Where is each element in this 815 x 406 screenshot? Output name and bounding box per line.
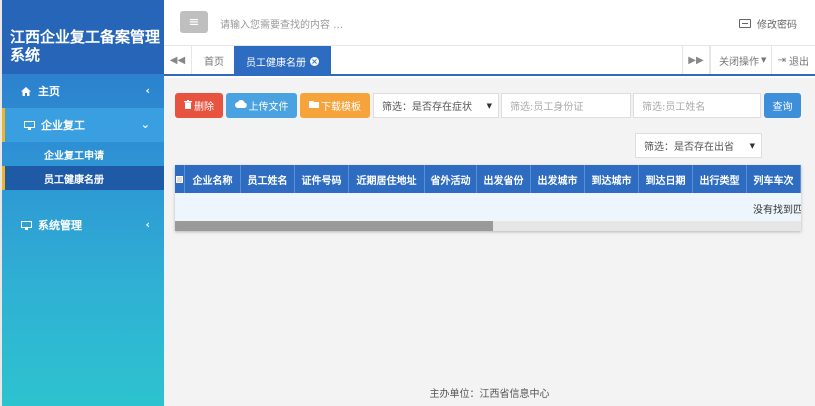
column-header[interactable]: 企业名称	[185, 165, 241, 193]
column-header[interactable]: 出发城市	[531, 165, 585, 193]
logout-label: 退出	[789, 56, 809, 68]
sidebar-subitem-resume-apply[interactable]: 企业复工申请	[2, 142, 164, 166]
sidebar-subitem-health-roster[interactable]: 员工健康名册	[2, 166, 164, 190]
sidebar-item-label: 企业复工	[41, 119, 85, 132]
caret-down-icon: ▼	[761, 56, 767, 64]
upload-label: 上传文件	[248, 102, 289, 113]
folder-icon	[309, 100, 319, 111]
tab-bar: ◀◀ 首页 员工健康名册 × ▶▶ 关闭操作 ▼ ⇥ 退出	[164, 46, 815, 76]
sidebar: 江西企业复工备案管理系统 主页 ‹ 企业复工 ⌄ 企业复工申请 员工健康名册 系…	[0, 0, 164, 406]
cloud-icon	[234, 100, 247, 111]
sidebar-item-company-resume[interactable]: 企业复工 ⌄	[2, 108, 164, 142]
column-header[interactable]: 列车车次	[747, 165, 801, 193]
download-template-button[interactable]: 下载模板	[300, 93, 370, 118]
symptom-filter-select[interactable]: 筛选：是否存在症状 ▼	[373, 93, 499, 118]
change-password-label: 修改密码	[757, 20, 797, 31]
tab-scroll-right-button[interactable]: ▶▶	[682, 46, 710, 74]
trash-icon	[184, 99, 192, 112]
sidebar-item-home[interactable]: 主页 ‹	[2, 74, 164, 108]
close-operations-label: 关闭操作	[719, 56, 759, 68]
delete-label: 删除	[194, 102, 214, 113]
delete-button[interactable]: 删除	[175, 93, 223, 118]
horizontal-scrollbar[interactable]	[175, 221, 801, 231]
tab-label: 员工健康名册	[246, 57, 306, 69]
employee-name-input[interactable]: 筛选:员工姓名	[633, 93, 761, 118]
main-content: 删除 上传文件 下载模板 筛选：是否存在症状 ▼ 筛选:员工身份证 筛选:员工姓…	[164, 78, 815, 406]
chevron-down-icon: ⌄	[140, 118, 150, 131]
sidebar-item-label: 主页	[38, 85, 60, 98]
table-header: 企业名称 员工姓名 证件号码 近期居住地址 省外活动 出发省份 出发城市 到达城市 到达日期 出行…	[175, 165, 801, 193]
close-icon[interactable]: ×	[310, 56, 319, 66]
brand-title: 江西企业复工备案管理系统	[2, 0, 164, 74]
sidebar-item-label: 系统管理	[38, 219, 82, 232]
tab-scroll-left-button[interactable]: ◀◀	[164, 46, 192, 74]
change-password-link[interactable]: 修改密码	[739, 16, 797, 31]
chevron-left-icon: ‹	[145, 84, 150, 97]
sidebar-item-system[interactable]: 系统管理 ‹	[2, 208, 164, 242]
employee-table: 企业名称 员工姓名 证件号码 近期居住地址 省外活动 出发省份 出发城市 到达城市 到达日期 出行…	[175, 165, 801, 231]
close-operations-dropdown[interactable]: 关闭操作 ▼	[710, 46, 774, 74]
search-input[interactable]: 请输入您需要查找的内容 …	[220, 16, 343, 31]
upload-file-button[interactable]: 上传文件	[226, 93, 297, 118]
column-header[interactable]: 到达城市	[585, 165, 639, 193]
empty-message: 没有找到匹配	[753, 205, 801, 216]
tab-label: 首页	[204, 56, 224, 68]
symptom-filter-value: 筛选：是否存在症状	[382, 102, 472, 113]
select-all-checkbox[interactable]	[175, 165, 185, 193]
caret-down-icon: ▼	[486, 102, 492, 110]
caret-down-icon: ▼	[749, 142, 755, 150]
top-header: ≡ 请输入您需要查找的内容 … 修改密码	[164, 0, 815, 46]
column-header[interactable]: 到达日期	[639, 165, 693, 193]
double-right-icon: ▶▶	[688, 54, 704, 66]
tab-home[interactable]: 首页	[192, 46, 237, 74]
column-header[interactable]: 省外活动	[425, 165, 477, 193]
column-header[interactable]: 出发省份	[477, 165, 531, 193]
monitor-icon	[23, 120, 35, 130]
download-label: 下载模板	[321, 102, 361, 113]
column-header[interactable]: 证件号码	[295, 165, 349, 193]
column-header[interactable]: 员工姓名	[241, 165, 295, 193]
out-province-filter-select[interactable]: 筛选：是否存在出省 ▼	[635, 133, 762, 158]
employee-id-input[interactable]: 筛选:员工身份证	[501, 93, 631, 118]
hamburger-icon: ≡	[188, 14, 200, 30]
tab-health-roster[interactable]: 员工健康名册 ×	[234, 46, 331, 76]
query-button[interactable]: 查询	[764, 93, 801, 118]
logout-icon: ⇥	[777, 54, 786, 66]
checkbox-icon	[176, 175, 183, 183]
table-empty-row: 没有找到匹配	[175, 193, 801, 221]
monitor-icon	[20, 220, 32, 230]
out-province-filter-value: 筛选：是否存在出省	[644, 142, 734, 153]
keyboard-icon	[739, 19, 751, 28]
scrollbar-thumb[interactable]	[175, 221, 493, 231]
home-icon	[20, 86, 32, 96]
logout-button[interactable]: ⇥ 退出	[770, 46, 809, 74]
menu-toggle-button[interactable]: ≡	[180, 11, 208, 33]
chevron-left-icon: ‹	[145, 218, 150, 231]
footer-text: 主办单位：江西省信息中心	[429, 389, 550, 400]
column-header[interactable]: 出行类型	[693, 165, 747, 193]
column-header[interactable]: 近期居住地址	[349, 165, 425, 193]
double-left-icon: ◀◀	[169, 54, 186, 66]
